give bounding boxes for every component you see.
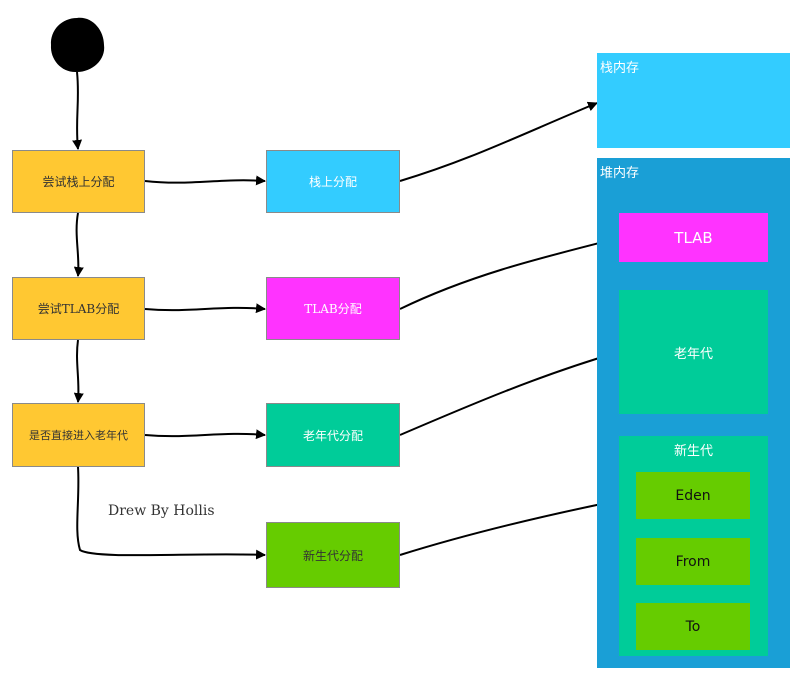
target-stack-alloc: 栈上分配 (266, 150, 400, 213)
target-label: 老年代分配 (302, 428, 363, 443)
tlab-label: TLAB (674, 228, 713, 247)
stack-memory: 栈内存 (597, 53, 790, 148)
old-generation: 老年代 (619, 290, 768, 414)
tlab-region: TLAB (619, 213, 768, 262)
start-node (50, 17, 105, 73)
target-label: 栈上分配 (308, 175, 357, 189)
young-generation-label: 新生代 (673, 444, 713, 459)
step-try-stack: 尝试栈上分配 (12, 150, 145, 213)
arrow-stack-to-stackmem (399, 101, 598, 182)
step-label: 尝试栈上分配 (42, 175, 115, 189)
arrow-step1-to-step2 (73, 212, 84, 277)
from-label: From (675, 553, 711, 570)
credit-text: Drew By Hollis (108, 503, 215, 519)
target-young-alloc: 新生代分配 (266, 522, 400, 588)
arrow-step1-to-stack (144, 175, 266, 186)
step-label: 尝试TLAB分配 (37, 302, 120, 316)
diagram: 尝试栈上分配 尝试TLAB分配 是否直接进入老年代 栈上分配 TLAB分配 老年… (0, 0, 801, 681)
arrow-step2-to-tlab (144, 303, 266, 314)
step-try-tlab: 尝试TLAB分配 (12, 277, 145, 340)
to-label: To (685, 618, 701, 635)
from-survivor: From (636, 538, 750, 585)
target-old-alloc: 老年代分配 (266, 403, 400, 467)
old-generation-label: 老年代 (673, 346, 713, 362)
target-label: 新生代分配 (302, 548, 363, 563)
target-label: TLAB分配 (304, 302, 362, 316)
arrow-step3-to-old (144, 429, 266, 440)
arrow-tlab-to-tlabmem (399, 235, 620, 310)
arrow-old-to-oldmem (399, 349, 620, 436)
eden-label: Eden (675, 487, 711, 504)
arrow-step2-to-step3 (73, 339, 84, 403)
step-label: 是否直接进入老年代 (29, 429, 128, 442)
target-tlab-alloc: TLAB分配 (266, 277, 400, 340)
eden-space: Eden (636, 472, 750, 519)
stack-memory-label: 栈内存 (600, 61, 640, 76)
arrow-start-to-step1 (72, 71, 83, 150)
heap-memory-label: 堆内存 (600, 166, 640, 181)
to-survivor: To (636, 603, 750, 650)
step-check-old: 是否直接进入老年代 (12, 403, 145, 467)
